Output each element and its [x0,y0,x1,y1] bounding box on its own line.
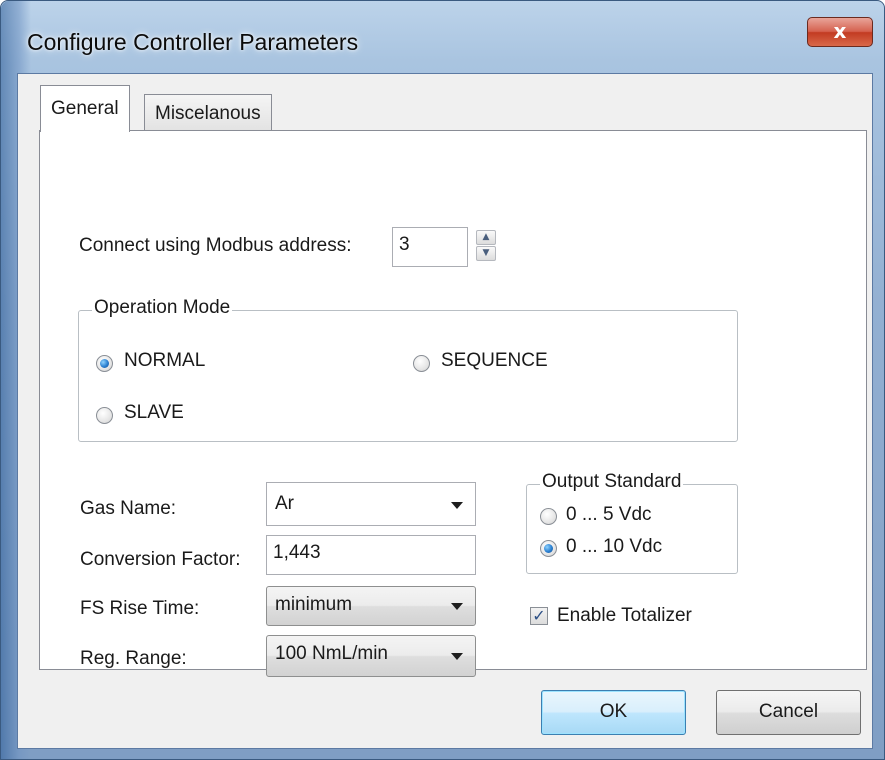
dialog-window: Configure Controller Parameters x Genera… [0,0,885,760]
modbus-address-input[interactable]: 3 [392,227,468,267]
gas-name-value: Ar [275,493,294,514]
general-tab-panel: Connect using Modbus address: 3 ▲ ▼ Oper… [39,130,867,677]
reg-range-dropdown[interactable]: 100 NmL/min [266,635,476,677]
chevron-up-icon: ▲ [482,232,490,242]
close-button[interactable]: x [807,17,873,47]
gas-name-dropdown[interactable]: Ar [266,482,476,526]
radio-0-5-vdc[interactable] [540,508,557,525]
fs-rise-time-dropdown[interactable]: minimum [266,586,476,626]
reg-range-label: Reg. Range: [80,648,187,669]
modbus-address-label: Connect using Modbus address: [79,235,352,256]
enable-totalizer-label[interactable]: Enable Totalizer [557,605,692,627]
output-standard-legend: Output Standard [540,471,684,493]
dialog-client-area: General Miscelanous Connect using Modbus… [17,73,873,749]
tab-miscelanous-label: Miscelanous [155,103,261,124]
fs-rise-time-label: FS Rise Time: [80,598,200,619]
tab-general-label: General [51,98,119,119]
spin-up-button[interactable]: ▲ [476,230,496,245]
radio-slave[interactable] [96,407,113,424]
radio-0-10-vdc-label[interactable]: 0 ... 10 Vdc [566,536,662,558]
output-standard-group [526,484,738,574]
operation-mode-legend: Operation Mode [92,297,233,319]
checkmark-icon: ✓ [532,606,546,625]
cancel-button[interactable]: Cancel [716,690,861,735]
cancel-button-label: Cancel [758,701,819,722]
tab-miscelanous[interactable]: Miscelanous [144,94,272,130]
radio-sequence-label[interactable]: SEQUENCE [441,350,548,372]
ok-button[interactable]: OK [541,690,686,735]
chevron-down-icon [451,603,463,610]
tab-general[interactable]: General [40,85,130,132]
chevron-down-icon: ▼ [482,248,490,258]
radio-normal-label[interactable]: NORMAL [124,350,205,372]
radio-slave-label[interactable]: SLAVE [124,402,184,424]
spin-down-button[interactable]: ▼ [476,246,496,261]
ok-button-label: OK [599,701,628,722]
close-icon: x [833,19,847,43]
radio-0-10-vdc[interactable] [540,540,557,557]
conversion-factor-value: 1,443 [273,542,321,563]
gas-name-label: Gas Name: [80,498,177,519]
modbus-address-spinner: ▲ ▼ [476,230,496,262]
chevron-down-icon [451,502,463,509]
modbus-address-value: 3 [399,234,410,255]
radio-0-5-vdc-label[interactable]: 0 ... 5 Vdc [566,504,652,526]
chevron-down-icon [451,653,463,660]
radio-sequence[interactable] [413,355,430,372]
reg-range-value: 100 NmL/min [275,643,388,664]
window-title: Configure Controller Parameters [27,29,359,55]
conversion-factor-input[interactable]: 1,443 [266,535,476,575]
radio-normal[interactable] [96,355,113,372]
title-bar[interactable]: Configure Controller Parameters x [1,1,884,57]
fs-rise-time-value: minimum [275,594,353,615]
enable-totalizer-checkbox[interactable]: ✓ [530,607,548,625]
conversion-factor-label: Conversion Factor: [80,549,241,570]
